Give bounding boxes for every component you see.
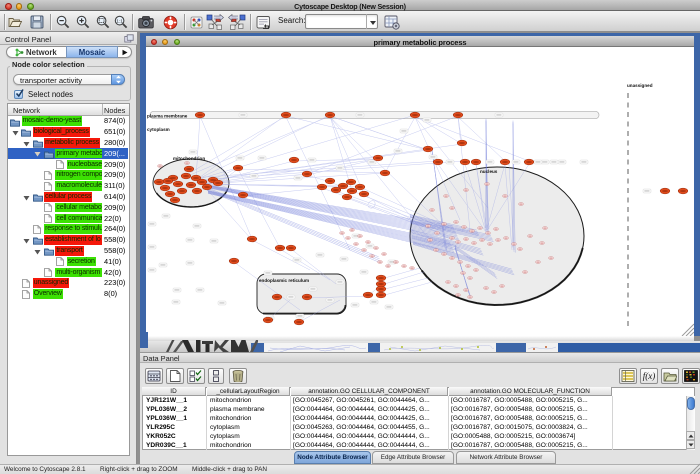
svg-text:f(x): f(x) <box>643 371 656 381</box>
svg-text:cytoplasm: cytoplasm <box>147 127 170 132</box>
svg-text:mitochondrion: mitochondrion <box>173 156 205 161</box>
svg-text:1:1: 1:1 <box>116 18 123 23</box>
svg-text:endoplasmic reticulum: endoplasmic reticulum <box>259 278 309 283</box>
svg-text:unassigned: unassigned <box>627 83 653 88</box>
svg-text:nucleus: nucleus <box>480 169 498 174</box>
svg-text:plasma membrane: plasma membrane <box>147 114 188 119</box>
